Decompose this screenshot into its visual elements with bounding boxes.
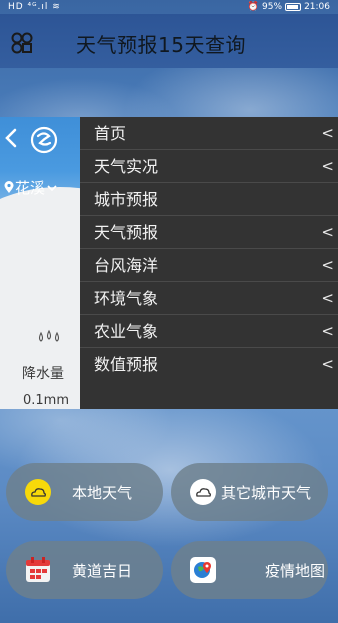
raindrops-icon bbox=[38, 329, 60, 342]
menu-item-label: 农业气象 bbox=[94, 322, 159, 341]
battery-icon bbox=[285, 3, 302, 11]
other-cities-label: 其它城市天气 bbox=[221, 484, 312, 502]
cloud-yellow-icon bbox=[25, 479, 51, 505]
city-name: 花溪 bbox=[15, 179, 46, 197]
almanac-button[interactable]: 黄道吉日 bbox=[6, 541, 163, 599]
chevron-left-icon: < bbox=[321, 355, 334, 373]
menu-item-environment[interactable]: 环境气象 < bbox=[80, 282, 338, 315]
menu-item-label: 环境气象 bbox=[94, 289, 159, 308]
local-weather-label: 本地天气 bbox=[72, 484, 133, 502]
local-weather-button[interactable]: 本地天气 bbox=[6, 463, 163, 521]
status-right: ⏰ 95% 21:06 bbox=[248, 0, 330, 14]
menu-item-home[interactable]: 首页 < bbox=[80, 117, 338, 150]
weather-card: 花溪 降水量 0.1mm bbox=[0, 117, 80, 409]
battery-fill bbox=[287, 5, 299, 9]
chevron-down-icon bbox=[47, 184, 57, 191]
status-bar: HD ⁴ᴳ.ıl ≋ ⏰ 95% 21:06 bbox=[0, 0, 338, 14]
alarm-icon: ⏰ bbox=[247, 2, 260, 12]
back-chevron-icon[interactable] bbox=[4, 127, 18, 149]
cloud-white-icon bbox=[190, 479, 216, 505]
city-selector[interactable]: 花溪 bbox=[4, 177, 58, 198]
menu-item-live-weather[interactable]: 天气实况 < bbox=[80, 150, 338, 183]
chevron-left-icon: < bbox=[321, 289, 334, 307]
menu-item-label: 城市预报 bbox=[94, 190, 159, 209]
menu-item-label: 数值预报 bbox=[94, 355, 159, 374]
almanac-label: 黄道吉日 bbox=[72, 562, 133, 580]
brand-swirl-icon bbox=[30, 126, 58, 154]
app-logo-icon[interactable] bbox=[11, 32, 33, 54]
navigation-menu: 首页 < 天气实况 < 城市预报 天气预报 < 台风海洋 < 环境气象 < 农业… bbox=[80, 117, 338, 409]
chevron-left-icon: < bbox=[321, 256, 334, 274]
location-pin-icon bbox=[4, 181, 14, 193]
menu-item-numerical-forecast[interactable]: 数值预报 < bbox=[80, 348, 338, 381]
app-screen: HD ⁴ᴳ.ıl ≋ ⏰ 95% 21:06 天气预报15天查询 花溪 降水量 … bbox=[0, 0, 338, 623]
menu-item-label: 天气预报 bbox=[94, 223, 159, 242]
chevron-left-icon: < bbox=[321, 157, 334, 175]
epidemic-map-label: 疫情地图 bbox=[265, 562, 326, 580]
precipitation-value: 0.1mm bbox=[23, 393, 70, 408]
menu-item-label: 台风海洋 bbox=[94, 256, 159, 275]
network-status: HD ⁴ᴳ.ıl ≋ bbox=[8, 2, 61, 12]
clock: 21:06 bbox=[304, 2, 330, 12]
menu-item-label: 天气实况 bbox=[94, 157, 159, 176]
chevron-left-icon: < bbox=[321, 223, 334, 241]
menu-item-label: 首页 bbox=[94, 124, 127, 143]
menu-item-typhoon-ocean[interactable]: 台风海洋 < bbox=[80, 249, 338, 282]
battery-percent: 95% bbox=[262, 2, 283, 12]
title-bar: 天气预报15天查询 bbox=[0, 14, 338, 68]
calendar-icon bbox=[26, 557, 50, 582]
menu-item-city-forecast[interactable]: 城市预报 bbox=[80, 183, 338, 216]
chevron-left-icon: < bbox=[321, 322, 334, 340]
menu-item-weather-forecast[interactable]: 天气预报 < bbox=[80, 216, 338, 249]
menu-item-agriculture[interactable]: 农业气象 < bbox=[80, 315, 338, 348]
precipitation-label: 降水量 bbox=[22, 366, 64, 382]
globe-pin-icon bbox=[190, 557, 216, 583]
other-cities-button[interactable]: 其它城市天气 bbox=[171, 463, 328, 521]
card-wave-decoration bbox=[0, 187, 80, 307]
chevron-left-icon: < bbox=[321, 124, 334, 142]
page-title: 天气预报15天查询 bbox=[76, 33, 246, 57]
epidemic-map-button[interactable]: 疫情地图 bbox=[171, 541, 328, 599]
